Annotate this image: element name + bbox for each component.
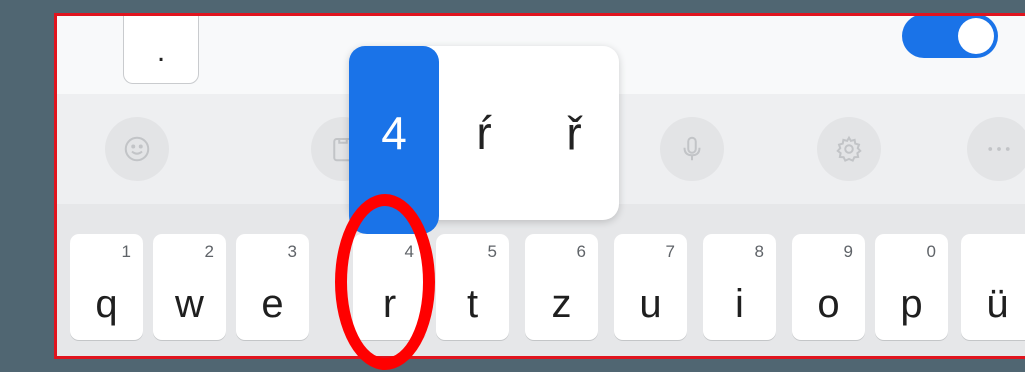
key-label: w bbox=[175, 282, 204, 326]
popup-option-r-acute[interactable]: ŕ bbox=[439, 108, 529, 158]
keyboard-screenshot-frame: . 1 q 2 w 3 e 4 r 5 t 6 z 7 u 8 i 9 o 0 … bbox=[54, 13, 1025, 359]
emoji-button[interactable] bbox=[105, 117, 169, 181]
toggle-knob bbox=[958, 18, 994, 54]
toggle-switch[interactable] bbox=[902, 16, 998, 58]
highlight-ring bbox=[335, 194, 435, 370]
settings-button[interactable] bbox=[817, 117, 881, 181]
key-w[interactable]: 2 w bbox=[153, 234, 226, 340]
key-hint: 9 bbox=[843, 242, 853, 261]
key-hint: 5 bbox=[487, 242, 497, 261]
key-label: q bbox=[95, 282, 118, 326]
key-label: t bbox=[466, 282, 479, 326]
key-label: i bbox=[735, 282, 744, 326]
key-hint: 1 bbox=[121, 242, 131, 261]
key-e[interactable]: 3 e bbox=[236, 234, 309, 340]
more-icon bbox=[988, 147, 1010, 151]
popup-option-4[interactable]: 4 bbox=[349, 108, 439, 158]
key-z[interactable]: 6 z bbox=[525, 234, 598, 340]
key-label: u bbox=[639, 282, 662, 326]
key-hint: 3 bbox=[287, 242, 297, 261]
key-hint: 6 bbox=[576, 242, 586, 261]
key-t[interactable]: 5 t bbox=[436, 234, 509, 340]
key-hint: 2 bbox=[204, 242, 214, 261]
microphone-icon bbox=[683, 136, 701, 161]
key-u-umlaut[interactable]: ü bbox=[961, 234, 1025, 340]
period-key[interactable]: . bbox=[123, 16, 199, 84]
key-hint: 8 bbox=[754, 242, 764, 261]
key-label: z bbox=[551, 282, 572, 326]
settings-icon bbox=[836, 135, 862, 162]
microphone-button[interactable] bbox=[660, 117, 724, 181]
key-p[interactable]: 0 p bbox=[875, 234, 948, 340]
key-i[interactable]: 8 i bbox=[703, 234, 776, 340]
key-q[interactable]: 1 q bbox=[70, 234, 143, 340]
key-u[interactable]: 7 u bbox=[614, 234, 687, 340]
emoji-icon bbox=[124, 136, 150, 162]
key-row: 1 q 2 w 3 e 4 r 5 t 6 z 7 u 8 i 9 o 0 p … bbox=[57, 204, 1025, 356]
more-button[interactable] bbox=[967, 117, 1025, 181]
key-label: p bbox=[900, 282, 923, 326]
key-hint: 7 bbox=[665, 242, 675, 261]
key-label: o bbox=[817, 282, 840, 326]
key-label: e bbox=[261, 282, 284, 326]
key-hint: 0 bbox=[926, 242, 936, 261]
key-o[interactable]: 9 o bbox=[792, 234, 865, 340]
popup-option-r-caron[interactable]: ř bbox=[529, 108, 619, 158]
key-label: ü bbox=[986, 282, 1009, 326]
